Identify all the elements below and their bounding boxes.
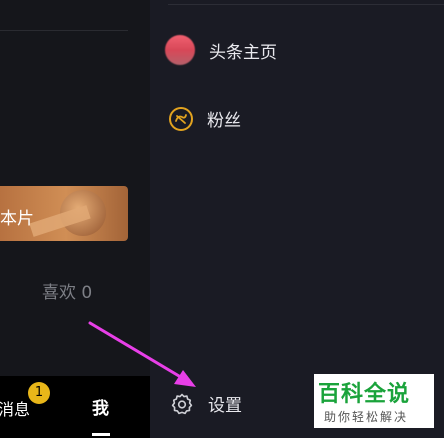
menu-item-label: 头条主页 (209, 42, 277, 63)
gear-icon (171, 393, 193, 414)
menu-item-settings[interactable]: 设置 (165, 391, 242, 416)
divider (0, 30, 128, 31)
profile-page-background: 本片 喜欢 0 消息 1 我 (0, 0, 150, 438)
watermark-subtitle: 助你轻松解决 (324, 410, 409, 424)
banner-text: 本片 (0, 209, 34, 229)
active-tab-indicator (92, 433, 110, 436)
fans-icon (169, 106, 193, 131)
menu-item-fans[interactable]: 粉丝 (165, 106, 241, 131)
watermark-title: 百科全说 (318, 382, 411, 407)
likes-count[interactable]: 喜欢 0 (42, 278, 92, 303)
messages-badge: 1 (28, 382, 50, 404)
menu-item-label: 粉丝 (207, 111, 241, 131)
menu-item-homepage[interactable]: 头条主页 (165, 35, 277, 65)
promo-banner[interactable]: 本片 (0, 186, 128, 241)
avatar (165, 35, 195, 65)
divider (168, 4, 444, 5)
watermark-logo: 百科全说 助你轻松解决 (314, 374, 434, 428)
side-drawer-menu: 头条主页 粉丝 设置 (150, 0, 444, 438)
tab-messages[interactable]: 消息 (0, 396, 30, 420)
tab-me[interactable]: 我 (92, 394, 109, 419)
menu-item-label: 设置 (208, 396, 242, 416)
